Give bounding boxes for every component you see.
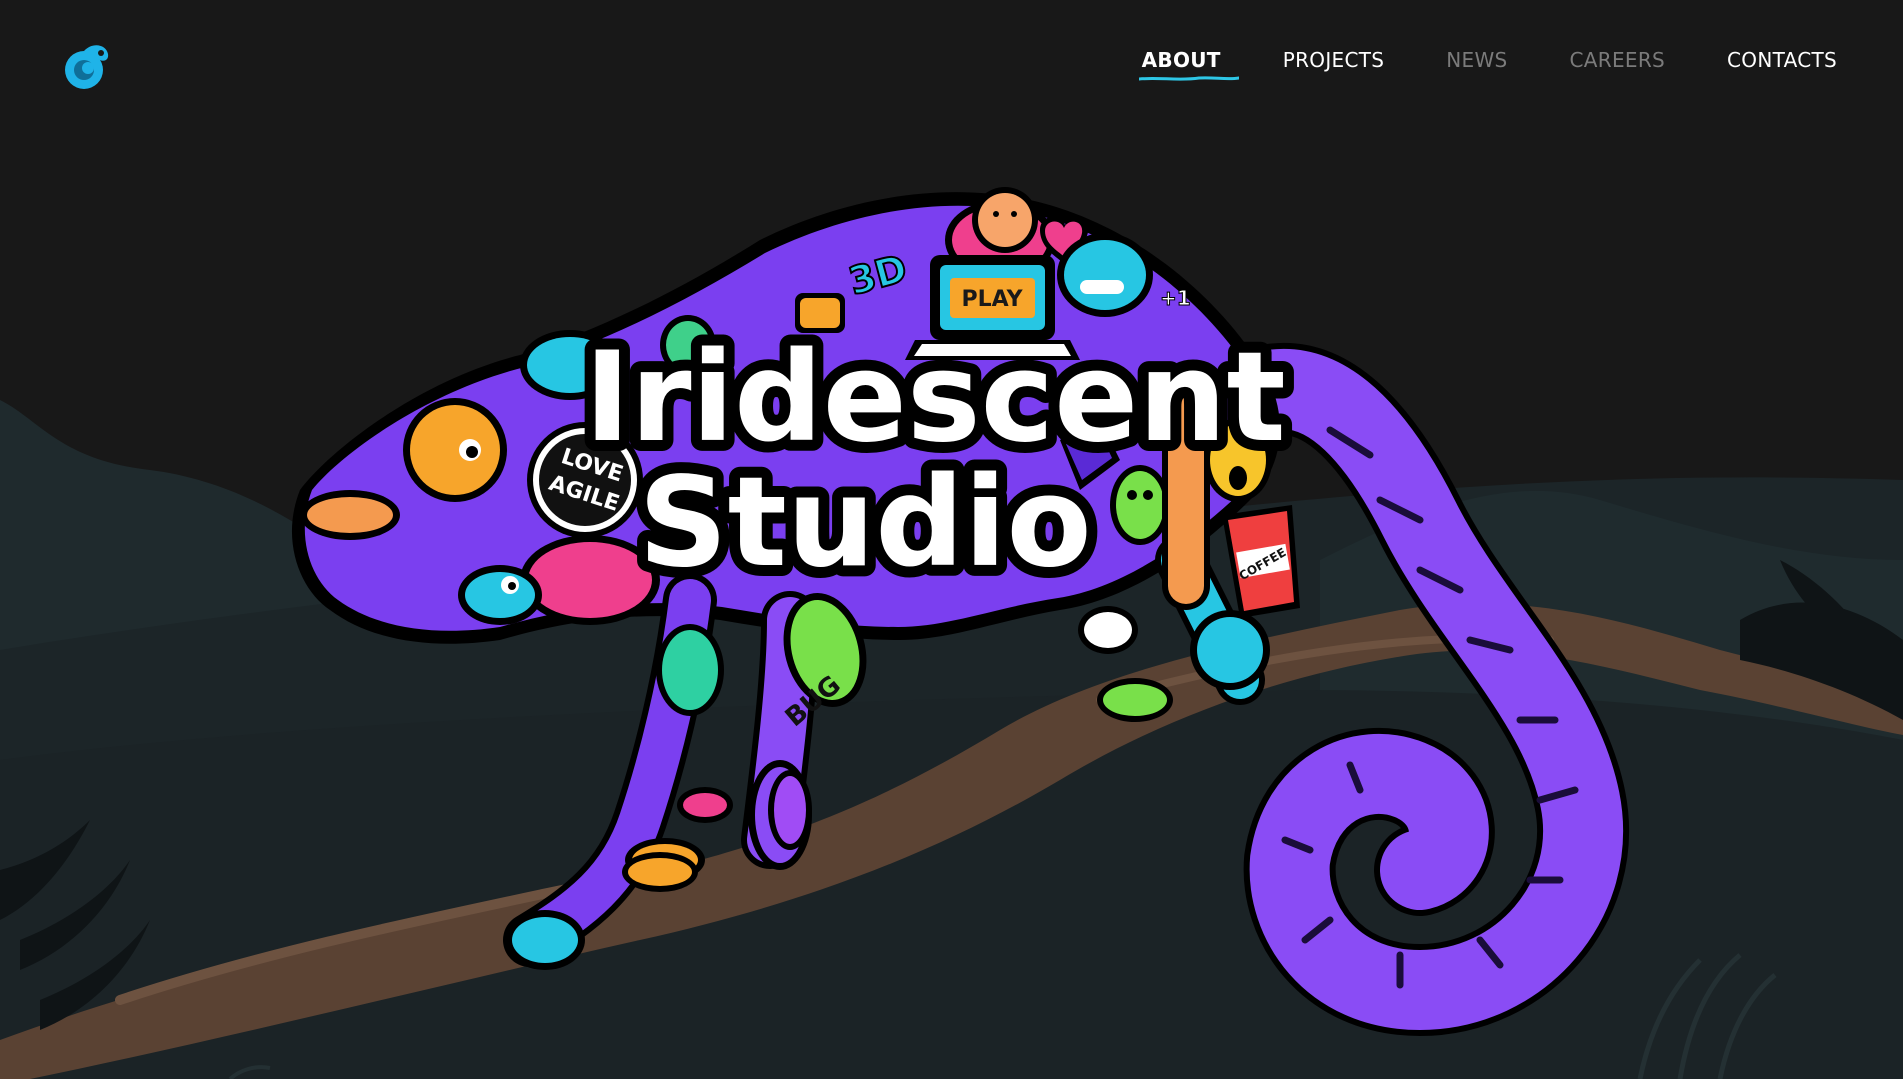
plus-one-sticker: +1 xyxy=(1160,286,1192,311)
title-line1: Iridescent xyxy=(584,326,1286,470)
chameleon-tail xyxy=(1224,342,1630,1037)
play-sticker-text: PLAY xyxy=(962,287,1024,312)
page: ABOUT PROJECTS NEWS CAREERS CONTACTS PLA… xyxy=(0,0,1903,1079)
chameleon-on-branch-illustration: PLAY 3D +1 LOVE AGILE BUG COFFEE Iridesc… xyxy=(291,187,1630,1037)
title-line2: Studio xyxy=(638,451,1091,595)
plus-one-text: +1 xyxy=(1160,286,1191,310)
